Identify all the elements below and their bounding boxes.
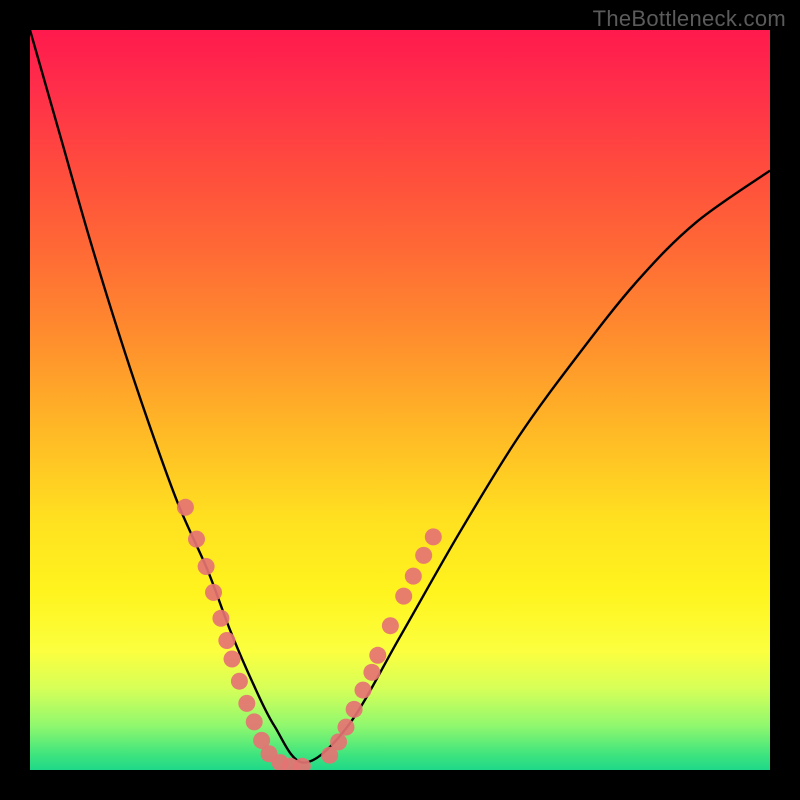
watermark-text: TheBottleneck.com	[593, 6, 786, 32]
data-marker	[238, 695, 255, 712]
chart-plot-area	[30, 30, 770, 770]
marker-cluster-left	[177, 499, 311, 770]
data-marker	[224, 651, 241, 668]
data-marker	[363, 664, 380, 681]
data-marker	[355, 682, 372, 699]
marker-cluster-right	[321, 528, 442, 763]
data-marker	[231, 673, 248, 690]
bottleneck-curve	[30, 30, 770, 763]
data-marker	[346, 701, 363, 718]
data-marker	[415, 547, 432, 564]
data-marker	[337, 719, 354, 736]
data-marker	[198, 558, 215, 575]
data-marker	[330, 733, 347, 750]
data-marker	[369, 647, 386, 664]
data-marker	[188, 531, 205, 548]
data-marker	[212, 610, 229, 627]
data-marker	[218, 632, 235, 649]
data-marker	[382, 617, 399, 634]
data-marker	[246, 713, 263, 730]
data-marker	[405, 568, 422, 585]
data-marker	[177, 499, 194, 516]
data-marker	[205, 584, 222, 601]
chart-svg-layer	[30, 30, 770, 770]
chart-frame: TheBottleneck.com	[0, 0, 800, 800]
data-marker	[425, 528, 442, 545]
data-marker	[395, 588, 412, 605]
